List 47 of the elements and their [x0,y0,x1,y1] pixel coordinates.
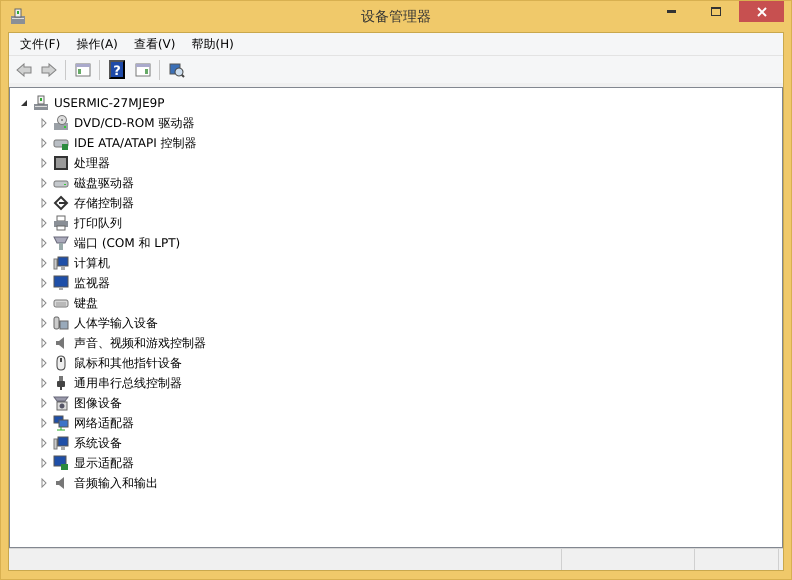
window-pane-icon [134,62,150,78]
forward-arrow-icon [40,62,56,78]
tree-item[interactable]: 打印队列 [74,214,122,232]
window-title: 设备管理器 [360,8,432,27]
window-pane-icon [74,62,90,78]
tree-item[interactable]: 处理器 [74,154,110,172]
tree-item[interactable]: 磁盘驱动器 [74,174,134,192]
tree-item[interactable]: 通用串行总线控制器 [74,374,182,392]
tree-item[interactable]: 计算机 [74,254,110,272]
close-button[interactable] [739,1,784,22]
tree-item[interactable]: 存储控制器 [74,194,134,212]
tree-item[interactable]: 网络适配器 [74,414,134,432]
tree-item[interactable]: 人体学输入设备 [74,314,158,332]
printer-icon [53,215,69,231]
menu-item[interactable]: 查看(V) [126,34,184,54]
close-icon [756,6,766,16]
menu-item[interactable]: 帮助(H) [183,34,242,54]
drive-disc-icon [53,115,69,131]
display-adapter-icon [53,455,69,471]
tree-item[interactable]: 音频输入和输出 [74,474,158,492]
tree-item[interactable]: 声音、视频和游戏控制器 [74,334,206,352]
maximize-icon [711,6,722,16]
server-icon [33,95,49,111]
chip-icon [53,155,69,171]
monitor-magnifier-icon [168,62,184,78]
tree-item[interactable]: DVD/CD-ROM 驱动器 [74,114,194,132]
computer-icon [53,435,69,451]
tree-item[interactable]: 端口 (COM 和 LPT) [74,234,180,252]
network-icon [53,415,69,431]
tree-item[interactable]: 图像设备 [74,394,122,412]
camera-icon [53,395,69,411]
tree-item[interactable]: USERMIC-27MJE9P [54,94,165,112]
tree-item[interactable]: 键盘 [74,294,98,312]
tree-item[interactable]: 系统设备 [74,434,122,452]
menu-item[interactable]: 操作(A) [68,34,126,54]
diamond-arrow-icon [53,195,69,211]
back-arrow-icon [16,62,32,78]
app-icon [9,8,27,26]
menu-item[interactable]: 文件(F) [12,34,68,54]
tree-item[interactable]: 鼠标和其他指针设备 [74,354,182,372]
tree-item[interactable]: 监视器 [74,274,110,292]
monitor-icon [53,275,69,291]
help-button[interactable]: ? [109,60,125,79]
tree-item[interactable]: 显示适配器 [74,454,134,472]
tree-item[interactable]: IDE ATA/ATAPI 控制器 [74,134,197,152]
minimize-icon [666,10,676,14]
computer-icon [53,255,69,271]
